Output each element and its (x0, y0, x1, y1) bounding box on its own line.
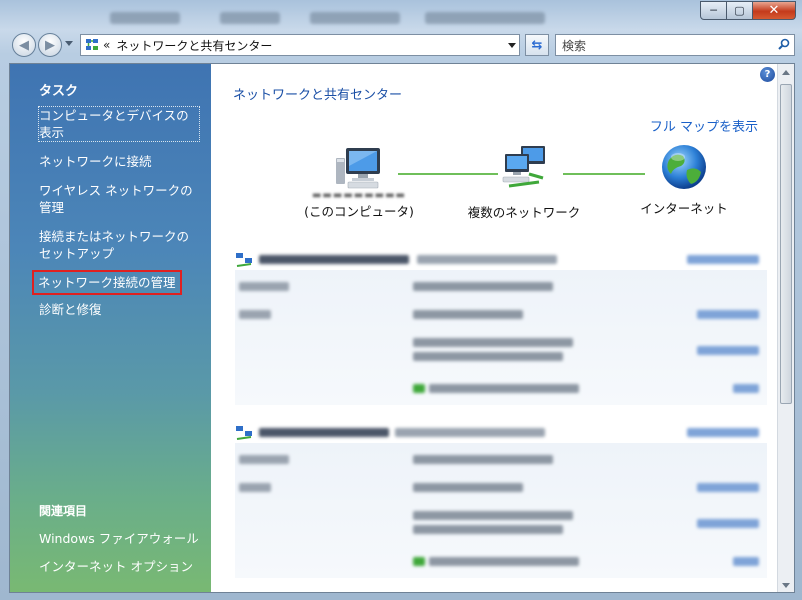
network-details-box (235, 270, 767, 405)
task-pane-title: タスク (39, 84, 79, 99)
navigation-bar: ◀ ▶ « ネットワークと共有センター ⇆ 検索 (8, 31, 796, 59)
blurred-title-tabs (110, 10, 670, 28)
sidebar-item-diagnose-repair[interactable]: 診断と修復 (39, 301, 199, 318)
network-icon (502, 146, 545, 188)
recent-pages-dropdown[interactable] (65, 41, 73, 46)
refresh-icon: ⇆ (531, 37, 543, 53)
scroll-down-icon[interactable] (782, 583, 790, 588)
globe-icon (662, 145, 706, 189)
network-center-icon (85, 38, 99, 52)
search-input[interactable]: 検索 (555, 34, 795, 56)
computer-name-blurred: ▬▬▬▬▬▬▬▬▬ (311, 190, 407, 201)
back-button[interactable]: ◀ (12, 33, 36, 57)
client-area: タスク コンピュータとデバイスの表示 ネットワークに接続 ワイヤレス ネットワー… (9, 63, 795, 593)
computer-node[interactable]: ▬▬▬▬▬▬▬▬▬ (このコンピュータ) (299, 144, 419, 220)
network-section-header (235, 248, 767, 270)
vertical-scrollbar[interactable] (777, 64, 794, 592)
search-placeholder: 検索 (562, 38, 587, 53)
help-icon[interactable]: ? (760, 67, 775, 82)
related-item-internet-options[interactable]: インターネット オプション (39, 558, 199, 575)
internet-label: インターネット (640, 201, 728, 216)
address-bar[interactable]: « ネットワークと共有センター (80, 34, 520, 56)
forward-button[interactable]: ▶ (38, 33, 62, 57)
network-section-header-2 (235, 421, 767, 443)
window-controls: ─ ▢ ✕ (700, 1, 796, 21)
window-frame: ─ ▢ ✕ ◀ ▶ « ネットワークと共有センター ⇆ 検索 タスク コンピュー… (0, 0, 802, 600)
breadcrumb-chevron[interactable]: « (103, 38, 110, 52)
minimize-button[interactable]: ─ (700, 1, 727, 20)
address-dropdown[interactable] (505, 35, 519, 55)
sidebar-item-connect[interactable]: ネットワークに接続 (39, 153, 199, 170)
refresh-button[interactable]: ⇆ (525, 34, 549, 56)
networks-node[interactable]: 複数のネットワーク (459, 144, 589, 221)
close-button[interactable]: ✕ (752, 1, 796, 20)
sidebar-item-manage-connections[interactable]: ネットワーク接続の管理 (32, 270, 182, 295)
sidebar-item-view-computers[interactable]: コンピュータとデバイスの表示 (38, 106, 200, 142)
chevron-down-icon (508, 42, 516, 48)
computer-icon (336, 148, 380, 189)
arrow-left-icon: ◀ (19, 37, 29, 53)
networks-label: 複数のネットワーク (467, 205, 581, 220)
search-icon[interactable] (774, 38, 794, 53)
full-map-link[interactable]: フル マップを表示 (650, 116, 758, 135)
related-item-firewall[interactable]: Windows ファイアウォール (39, 530, 199, 547)
network-small-icon-2 (235, 425, 253, 441)
address-path[interactable]: ネットワークと共有センター (116, 37, 505, 54)
page-title: ネットワークと共有センター (233, 88, 403, 103)
arrow-right-icon: ▶ (45, 37, 55, 53)
network-details-box-2 (235, 443, 767, 578)
maximize-button[interactable]: ▢ (726, 1, 753, 20)
computer-caption: (このコンピュータ) (304, 204, 414, 219)
scrollbar-thumb[interactable] (780, 84, 792, 404)
related-title: 関連項目 (39, 504, 88, 518)
sidebar-item-setup-connection[interactable]: 接続またはネットワークのセットアップ (39, 228, 199, 262)
main-content: ? ネットワークと共有センター フル マップを表示 ▬▬▬▬▬▬▬▬▬ (このコ… (211, 64, 779, 592)
task-pane: タスク コンピュータとデバイスの表示 ネットワークに接続 ワイヤレス ネットワー… (10, 64, 211, 592)
internet-node[interactable]: インターネット (629, 142, 739, 217)
sidebar-item-manage-wireless[interactable]: ワイヤレス ネットワークの管理 (39, 182, 199, 216)
scroll-up-icon[interactable] (782, 70, 790, 75)
network-small-icon (235, 252, 253, 268)
